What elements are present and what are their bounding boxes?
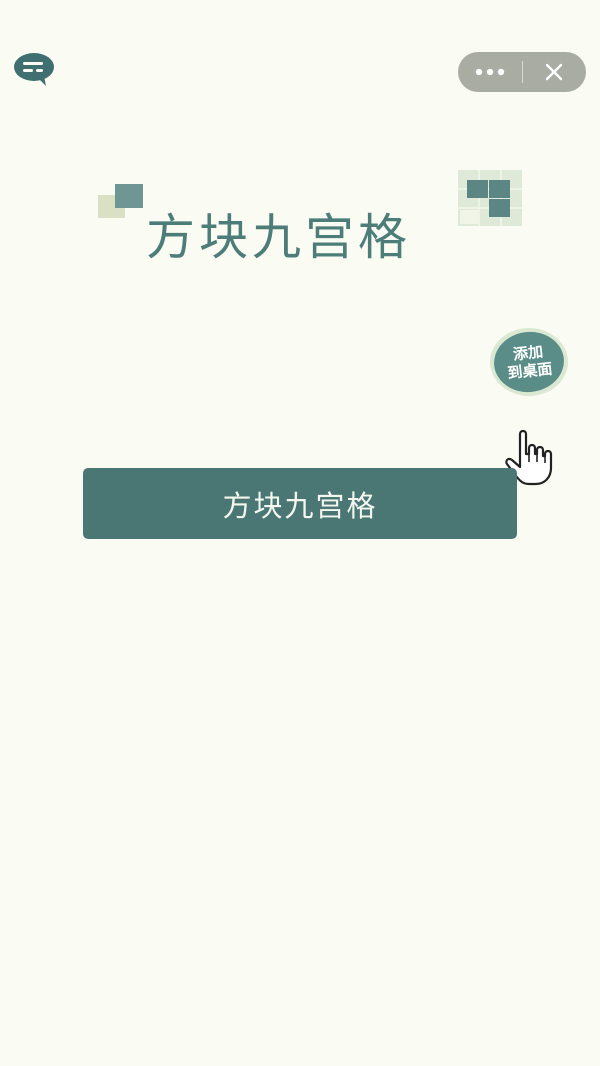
logo-title: 方块九宫格 bbox=[146, 209, 412, 266]
chat-bubble-icon bbox=[14, 53, 54, 86]
start-game-button[interactable]: 方块九宫格 bbox=[83, 468, 517, 539]
capsule-menu bbox=[458, 52, 586, 92]
close-icon bbox=[546, 63, 563, 81]
logo-squares-left bbox=[98, 184, 143, 218]
add-to-desktop-badge[interactable]: 添加 到桌面 bbox=[490, 328, 568, 396]
close-button[interactable] bbox=[523, 52, 587, 92]
logo-grid-right bbox=[458, 170, 522, 226]
game-logo: 方块九宫格 bbox=[96, 168, 526, 268]
more-button[interactable] bbox=[458, 52, 522, 92]
badge-inner: 添加 到桌面 bbox=[491, 328, 567, 396]
badge-line-2: 到桌面 bbox=[506, 359, 554, 383]
feedback-button[interactable] bbox=[14, 52, 56, 88]
more-dots-icon bbox=[475, 68, 504, 76]
